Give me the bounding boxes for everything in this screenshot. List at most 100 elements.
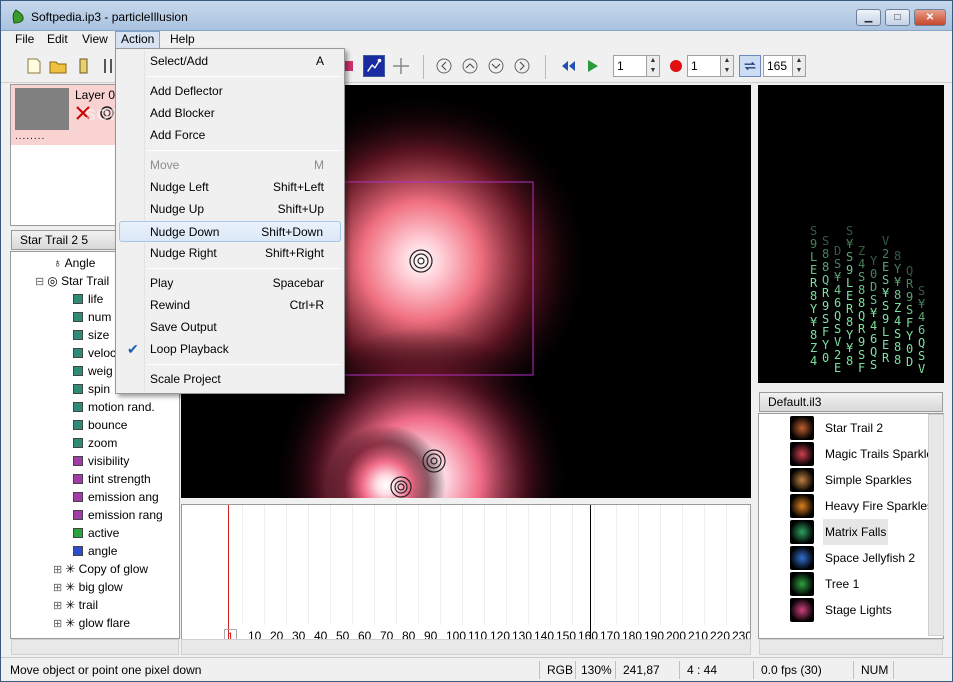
matrix-glyph: 0 — [822, 351, 829, 365]
matrix-glyph: R — [882, 351, 890, 365]
status-separator — [893, 661, 894, 679]
timeline-gridline — [572, 505, 573, 625]
tree-item[interactable]: weig — [73, 362, 113, 380]
rewind-icon[interactable] — [557, 55, 579, 77]
nudge-up-icon[interactable] — [459, 55, 481, 77]
timeline-gridline — [440, 505, 441, 625]
new-project-icon[interactable] — [23, 55, 45, 77]
expand-icon[interactable]: ⊞ — [53, 618, 65, 630]
menu-item-rewind[interactable]: Rewind Ctrl+R — [119, 295, 341, 316]
tree-item[interactable]: ⊞ ✳ big glow — [53, 578, 123, 596]
nudge-left-icon[interactable] — [433, 55, 455, 77]
property-icon — [73, 474, 83, 484]
timeline-gridline — [330, 505, 331, 625]
menu-item-add-force[interactable]: Add Force — [119, 125, 341, 146]
menu-item-play[interactable]: Play Spacebar — [119, 273, 341, 294]
tree-item[interactable]: zoom — [73, 434, 117, 452]
tree-horizontal-scrollbar[interactable] — [11, 639, 179, 655]
record-icon[interactable] — [665, 55, 687, 77]
matrix-glyph: Y — [894, 262, 902, 276]
timeline-gridline — [594, 505, 595, 625]
record-frame-spinner[interactable]: ▲ ▼ — [720, 55, 734, 77]
end-frame-spinner[interactable]: ▲ ▼ — [792, 55, 806, 77]
loop-icon[interactable] — [739, 55, 761, 77]
close-button[interactable]: ✕ — [914, 9, 946, 26]
tree-item[interactable]: spin — [73, 380, 110, 398]
tree-item[interactable]: angle — [73, 542, 117, 560]
expand-icon[interactable]: ⊞ — [53, 582, 65, 594]
record-frame-field[interactable]: 1 — [687, 55, 721, 77]
tree-item[interactable]: veloc — [73, 344, 116, 362]
menu-item-scale-project[interactable]: Scale Project — [119, 369, 341, 390]
end-marker[interactable] — [590, 505, 591, 641]
emitter-tool-icon[interactable] — [363, 55, 385, 77]
timeline-horizontal-scrollbar[interactable] — [181, 639, 751, 655]
tree-item[interactable]: visibility — [73, 452, 129, 470]
tree-item[interactable]: active — [73, 524, 119, 542]
nudge-down-icon[interactable] — [485, 55, 507, 77]
menu-help[interactable]: Help — [165, 31, 200, 49]
end-frame-field[interactable]: 165 — [763, 55, 793, 77]
menu-item-loop-playback[interactable]: ✔ Loop Playback — [119, 339, 341, 360]
menu-item-select-add[interactable]: Select/Add A — [119, 51, 341, 72]
matrix-glyph: ¥ — [918, 297, 926, 311]
menu-item-move[interactable]: Move M — [119, 155, 341, 176]
frame-spinner[interactable]: ▲ ▼ — [646, 55, 660, 77]
menu-item-nudge-down[interactable]: Nudge Down Shift+Down — [119, 221, 341, 242]
library-horizontal-scrollbar[interactable] — [759, 639, 943, 655]
tree-item[interactable]: emission rang — [73, 506, 163, 524]
tree-item[interactable]: ⊞ ✳ glow flare — [53, 614, 130, 632]
expand-icon[interactable]: ⊞ — [53, 564, 65, 576]
maximize-button[interactable]: □ — [885, 9, 910, 26]
menu-item-add-blocker[interactable]: Add Blocker — [119, 103, 341, 124]
menu-file[interactable]: File — [10, 31, 39, 49]
menu-item-nudge-left[interactable]: Nudge Left Shift+Left — [119, 177, 341, 198]
menu-edit[interactable]: Edit — [42, 31, 73, 49]
menu-item-add-deflector[interactable]: Add Deflector — [119, 81, 341, 102]
status-color-mode: RGB — [547, 663, 574, 677]
tree-item[interactable]: ⊞ ✳ trail — [53, 596, 98, 614]
matrix-glyph: V — [918, 362, 925, 376]
menu-item-nudge-up[interactable]: Nudge Up Shift+Up — [119, 199, 341, 220]
menu-action[interactable]: Action — [115, 31, 161, 49]
library-item-label: Simple Sparkles — [825, 473, 912, 487]
tree-item-label: zoom — [88, 436, 118, 450]
menu-view[interactable]: View — [77, 31, 113, 49]
tree-item[interactable]: bounce — [73, 416, 127, 434]
tree-item-label: trail — [78, 598, 99, 612]
nudge-right-icon[interactable] — [511, 55, 533, 77]
open-folder-icon[interactable] — [47, 55, 69, 77]
playhead-marker[interactable] — [228, 505, 229, 641]
matrix-glyph: F — [858, 361, 865, 375]
expand-icon[interactable]: ⊞ — [53, 600, 65, 612]
collapse-icon[interactable]: ⊟ — [35, 276, 47, 288]
force-tool-icon[interactable] — [390, 55, 412, 77]
tree-item[interactable]: ⊞ ✳ Copy of glow — [53, 560, 148, 578]
timeline-panel[interactable]: 1 10 20 30 40 50 60 70 80 90 100 110 120 130 140 150 160… — [181, 504, 751, 654]
matrix-glyph: S — [906, 303, 913, 317]
timeline-gridline — [638, 505, 639, 625]
play-icon[interactable] — [581, 55, 603, 77]
matrix-glyph: ¥ — [846, 341, 854, 355]
status-bar: Move object or point one pixel down RGB … — [1, 657, 952, 681]
star-icon: ✳ — [65, 562, 79, 576]
tree-item[interactable]: size — [73, 326, 109, 344]
save-icon[interactable] — [73, 55, 95, 77]
emitter-icon: ◎ — [47, 274, 62, 288]
matrix-glyph: R — [858, 322, 866, 336]
menu-item-save-output[interactable]: Save Output — [119, 317, 341, 338]
tree-item[interactable]: num — [73, 308, 111, 326]
tree-item[interactable]: life — [73, 290, 103, 308]
tree-item[interactable]: ♁ Angle — [53, 254, 95, 272]
frame-field[interactable]: 1 — [613, 55, 647, 77]
minimize-button[interactable]: ▁ — [856, 9, 881, 26]
library-header[interactable]: Default.il3 — [759, 392, 943, 412]
tree-item[interactable]: motion rand. — [73, 398, 155, 416]
menu-item-shortcut: Shift+Right — [264, 246, 324, 260]
tree-item[interactable]: tint strength — [73, 470, 151, 488]
tree-item[interactable]: emission ang — [73, 488, 159, 506]
tree-item-label: motion rand. — [88, 400, 155, 414]
menu-item-nudge-right[interactable]: Nudge Right Shift+Right — [119, 243, 341, 264]
library-vertical-scrollbar[interactable] — [928, 414, 944, 636]
tree-item[interactable]: ⊟ ◎ Star Trail — [35, 272, 109, 290]
